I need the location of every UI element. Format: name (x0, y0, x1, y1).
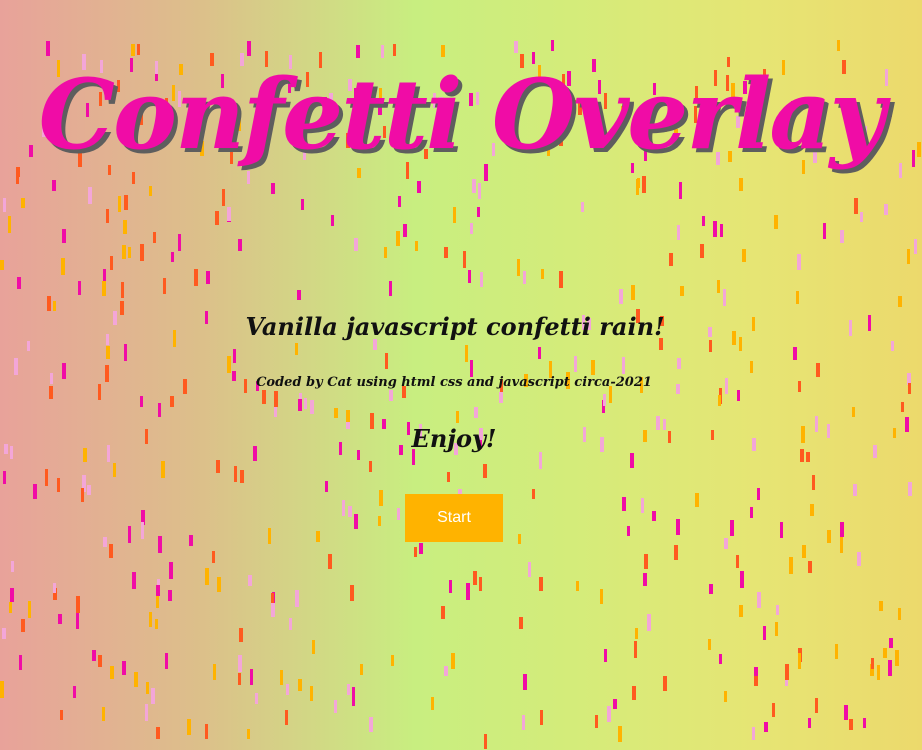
start-button[interactable]: Start (405, 494, 503, 542)
page-subtitle: Vanilla javascript confetti rain! (245, 312, 665, 341)
enjoy-text: Enjoy! (411, 424, 497, 453)
page-content: Confetti Overlay Vanilla javascript conf… (0, 0, 922, 750)
credit-text: Coded by Cat using html css and javascri… (256, 375, 652, 390)
page-title: Confetti Overlay (38, 58, 886, 171)
